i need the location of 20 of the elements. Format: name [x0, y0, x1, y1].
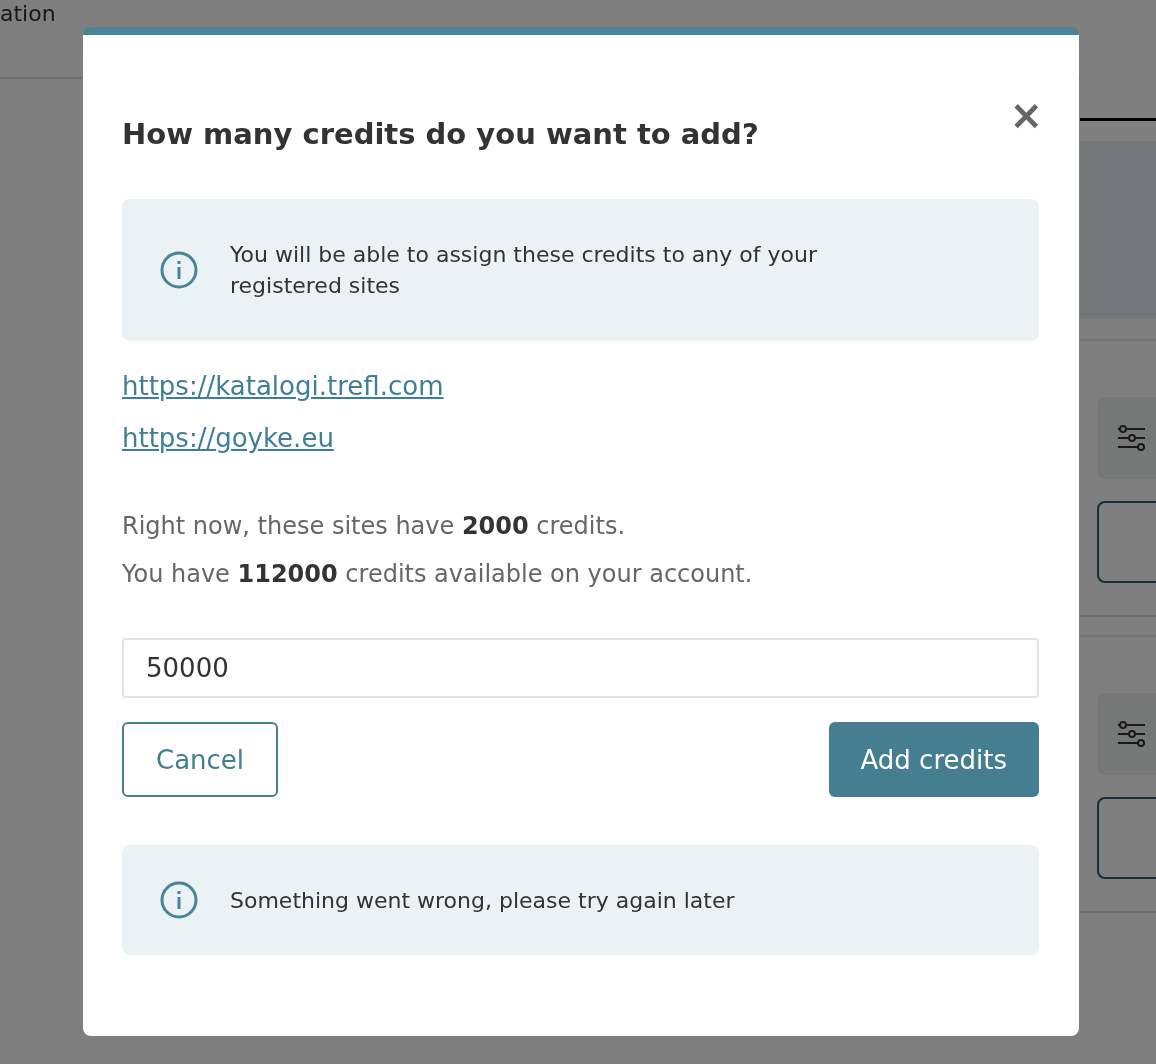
outline-button[interactable]	[1097, 797, 1156, 879]
page-heading: ation	[0, 0, 57, 28]
dialog-title: How many credits do you want to add?	[122, 117, 759, 151]
add-credits-button[interactable]: Add credits	[828, 722, 1039, 797]
close-button[interactable]: ×	[1009, 95, 1043, 135]
sliders-icon	[1117, 423, 1147, 453]
filter-button[interactable]	[1097, 693, 1156, 775]
info-icon	[160, 251, 198, 289]
sliders-icon	[1117, 719, 1147, 749]
error-text: Something went wrong, please try again later	[230, 886, 735, 915]
amount-field[interactable]: 50000	[122, 638, 1039, 698]
site-link[interactable]: https://katalogi.trefl.com	[122, 369, 444, 403]
filter-button[interactable]	[1097, 397, 1156, 479]
outline-button[interactable]	[1097, 501, 1156, 583]
info-icon	[160, 881, 198, 919]
site-link[interactable]: https://goyke.eu	[122, 421, 334, 455]
info-text: You will be able to assign these credits to any of your registered sites	[230, 241, 818, 300]
credits-text: You have 112000 credits available on your account.	[122, 559, 754, 590]
cancel-button[interactable]: Cancel	[122, 722, 279, 797]
credits-text: Right now, these sites have 2000 credits.	[122, 511, 627, 542]
